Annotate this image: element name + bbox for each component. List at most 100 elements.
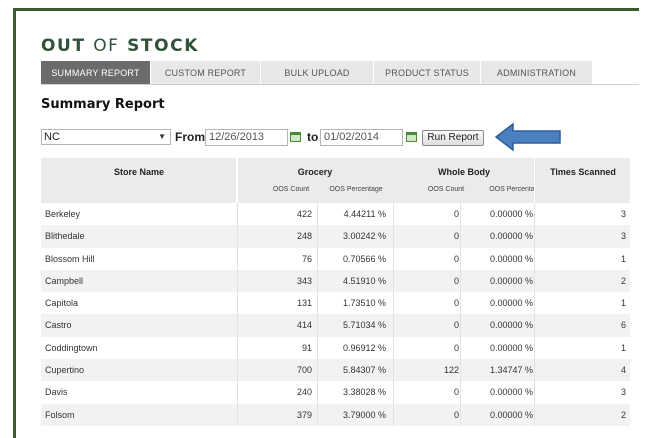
wholebody-oos-pct-cell: 0.00000 % <box>489 275 533 286</box>
times-scanned-cell: 6 <box>620 320 626 331</box>
grocery-oos-pct-cell: 4.51910 % <box>342 275 386 286</box>
to-date-input[interactable]: 01/02/2014 <box>320 129 403 146</box>
grocery-oos-count-cell: 414 <box>296 320 312 331</box>
wholebody-oos-percentage-header[interactable]: OOS Percenta <box>487 186 537 193</box>
tabs-underline <box>41 84 639 85</box>
grocery-oos-count-cell: 700 <box>296 365 312 376</box>
grocery-oos-pct-cell: 4.44211 % <box>343 209 386 219</box>
column-divider <box>460 336 461 360</box>
wholebody-oos-pct-cell: 0.00000 % <box>489 409 533 420</box>
grocery-oos-count-header[interactable]: OOS Count <box>266 186 316 193</box>
table-row: Blithedale 248 3.00242 % 0 0.00000 % 3 <box>41 225 630 248</box>
grocery-oos-count-cell: 343 <box>296 275 312 286</box>
grocery-oos-count-cell: 76 <box>301 253 312 264</box>
run-report-button[interactable]: Run Report <box>422 130 484 146</box>
store-name-cell: Cupertino <box>45 365 85 376</box>
column-divider <box>460 381 461 404</box>
store-name-cell: Castro <box>45 320 72 331</box>
logo-word-stock: STOCK <box>127 36 200 56</box>
page-title: Summary Report <box>41 97 165 112</box>
chevron-down-icon: ▼ <box>158 132 166 141</box>
table-row: Folsom 379 3.79000 % 0 0.00000 % 2 <box>41 403 630 426</box>
left-arrow-icon <box>495 122 561 152</box>
store-name-cell: Blossom Hill <box>45 253 95 264</box>
summary-table: Store Name Grocery Whole Body Times Scan… <box>41 158 630 426</box>
times-scanned-cell: 4 <box>620 365 626 376</box>
tab-summary-report[interactable]: SUMMARY REPORT <box>41 61 151 85</box>
table-row: Cupertino 700 5.84307 % 122 1.34747 % 4 <box>41 359 630 382</box>
table-row: Campbell 343 4.51910 % 0 0.00000 % 2 <box>41 269 630 293</box>
grocery-oos-count-cell: 240 <box>296 387 312 398</box>
column-divider <box>460 269 461 293</box>
wholebody-oos-count-cell: 0 <box>453 320 459 331</box>
table-row: Capitola 131 1.73510 % 0 0.00000 % 1 <box>41 292 630 315</box>
column-divider <box>460 292 461 315</box>
wholebody-oos-count-cell: 122 <box>443 365 459 376</box>
table-row: Castro 414 5.71034 % 0 0.00000 % 6 <box>41 314 630 337</box>
calendar-icon[interactable] <box>406 132 417 142</box>
table-header: Store Name Grocery Whole Body Times Scan… <box>41 158 630 203</box>
wholebody-oos-count-cell: 0 <box>453 342 459 353</box>
times-scanned-cell: 1 <box>620 298 626 309</box>
table-row: Davis 240 3.38028 % 0 0.00000 % 3 <box>41 381 630 404</box>
grocery-oos-count-cell: 379 <box>296 409 312 420</box>
store-name-cell: Berkeley <box>45 209 81 219</box>
grocery-oos-count-cell: 91 <box>301 342 312 353</box>
grocery-oos-percentage-header[interactable]: OOS Percentage <box>325 186 387 193</box>
grocery-oos-pct-cell: 3.38028 % <box>342 387 386 398</box>
wholebody-oos-count-header[interactable]: OOS Count <box>421 186 471 193</box>
logo-word-of: OF <box>93 36 120 56</box>
tab-product-status[interactable]: PRODUCT STATUS <box>374 61 481 85</box>
grocery-oos-count-cell: 248 <box>296 231 312 242</box>
store-name-cell: Folsom <box>45 409 75 420</box>
times-scanned-cell: 1 <box>620 253 626 264</box>
region-select-value: NC <box>44 131 60 143</box>
grocery-oos-pct-cell: 1.73510 % <box>342 298 386 309</box>
table-body: Berkeley 422 4.44211 % 0 0.00000 % 3 Blithedal… <box>41 203 630 426</box>
wholebody-oos-count-cell: 0 <box>453 231 459 242</box>
column-divider <box>460 403 461 426</box>
wholebody-oos-count-cell: 0 <box>453 275 459 286</box>
region-select[interactable]: NC ▼ <box>41 129 171 145</box>
table-row: Coddingtown 91 0.96912 % 0 0.00000 % 1 <box>41 336 630 360</box>
wholebody-oos-count-cell: 0 <box>453 298 459 309</box>
wholebody-oos-count-cell: 0 <box>453 253 459 264</box>
grocery-oos-pct-cell: 0.70566 % <box>342 253 386 264</box>
app-logo: OUT OF STOCK <box>41 36 199 56</box>
times-scanned-cell: 3 <box>620 387 626 398</box>
wholebody-oos-pct-cell: 1.34747 % <box>489 365 533 376</box>
calendar-icon[interactable] <box>290 132 301 142</box>
whole-body-header: Whole Body <box>438 167 490 177</box>
wholebody-oos-pct-cell: 0.00000 % <box>489 231 533 242</box>
tab-administration[interactable]: ADMINISTRATION <box>481 61 593 85</box>
tab-custom-report[interactable]: CUSTOM REPORT <box>151 61 261 85</box>
frame-left-border <box>13 8 16 438</box>
store-name-cell: Blithedale <box>45 231 85 242</box>
store-name-header[interactable]: Store Name <box>41 158 237 203</box>
grocery-oos-pct-cell: 5.84307 % <box>342 365 386 376</box>
grocery-oos-count-cell: 422 <box>296 209 312 219</box>
times-scanned-cell: 2 <box>620 409 626 420</box>
times-scanned-cell: 1 <box>620 342 626 353</box>
times-scanned-cell: 2 <box>620 275 626 286</box>
grocery-oos-pct-cell: 3.79000 % <box>342 409 386 420</box>
column-divider <box>534 158 535 203</box>
column-divider <box>237 158 238 203</box>
from-date-input[interactable]: 12/26/2013 <box>205 129 288 146</box>
from-label: From <box>175 130 205 144</box>
grocery-oos-pct-cell: 5.71034 % <box>342 320 386 331</box>
grocery-oos-pct-cell: 3.00242 % <box>342 231 386 242</box>
wholebody-oos-pct-cell: 0.00000 % <box>489 253 533 264</box>
store-name-header-label: Store Name <box>113 167 165 177</box>
wholebody-oos-count-cell: 0 <box>453 387 459 398</box>
to-label: to <box>307 130 319 144</box>
store-name-cell: Campbell <box>45 275 84 286</box>
column-divider <box>460 314 461 337</box>
tab-bulk-upload[interactable]: BULK UPLOAD <box>261 61 374 85</box>
wholebody-oos-count-cell: 0 <box>453 409 459 420</box>
wholebody-oos-pct-cell: 0.00000 % <box>489 320 533 331</box>
logo-word-out: OUT <box>41 36 86 56</box>
wholebody-oos-pct-cell: 0.00000 % <box>489 298 533 309</box>
table-row: Blossom Hill 76 0.70566 % 0 0.00000 % 1 <box>41 247 630 270</box>
wholebody-oos-pct-cell: 0.00000 % <box>489 209 533 219</box>
